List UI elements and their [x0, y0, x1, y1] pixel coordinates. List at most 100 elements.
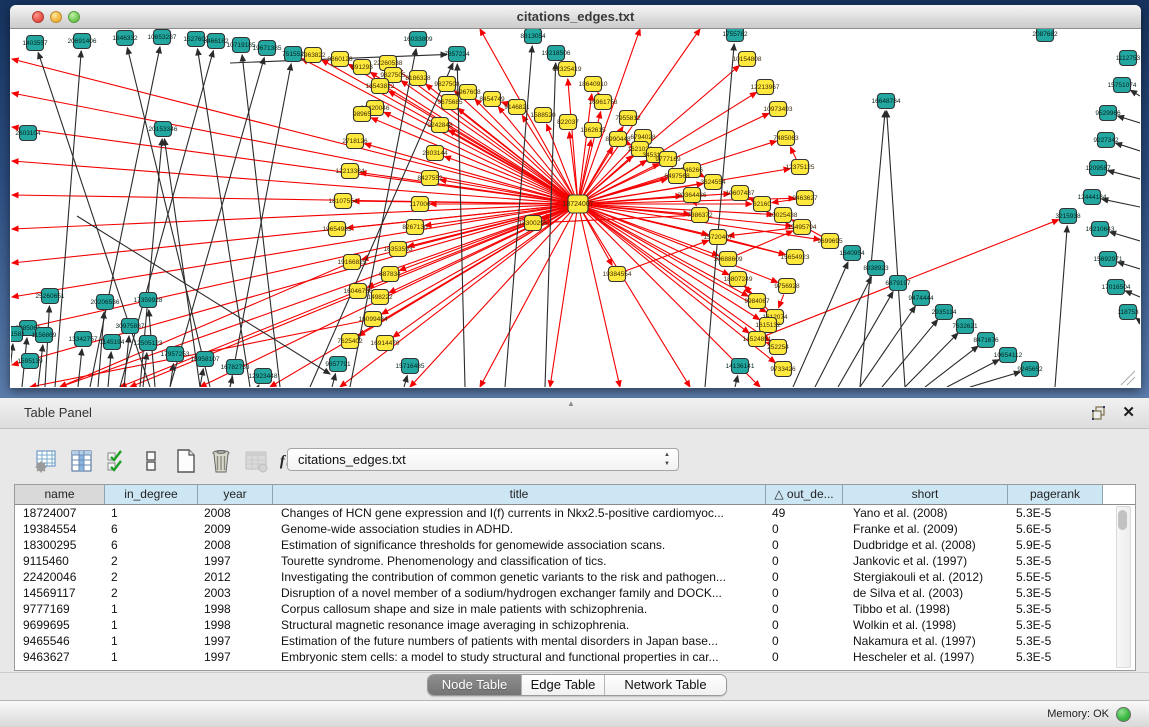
graph-node[interactable]: 16353593	[384, 242, 413, 257]
graph-node[interactable]: 1498222	[367, 290, 393, 305]
window-titlebar[interactable]: citations_edges.txt	[10, 5, 1141, 29]
graph-node[interactable]: 822037	[557, 115, 579, 130]
graph-edge[interactable]	[124, 336, 129, 387]
graph-edge[interactable]	[12, 205, 569, 263]
graph-node[interactable]: 6466162	[203, 34, 229, 49]
graph-node[interactable]: 8813054	[520, 29, 546, 44]
column-header-out-de-[interactable]: △ out_de...	[766, 485, 843, 504]
graph-node[interactable]: 7632621	[952, 319, 978, 334]
graph-node[interactable]: 19671385	[253, 41, 282, 56]
graph-edge[interactable]	[970, 372, 1020, 387]
graph-edge[interactable]	[925, 346, 978, 387]
table-row[interactable]: 1938455462009Genome-wide association stu…	[15, 521, 1135, 537]
graph-node[interactable]: 1846332	[112, 31, 138, 46]
graph-node[interactable]: 15654923	[781, 250, 810, 265]
graph-node[interactable]: 19218506	[542, 46, 571, 61]
graph-node[interactable]: 1156869	[32, 328, 57, 343]
graph-edge[interactable]	[765, 220, 1058, 336]
graph-edge[interactable]	[744, 286, 751, 294]
graph-edge[interactable]	[198, 49, 250, 387]
network-view-window[interactable]: citations_edges.txt 18724007222605389827…	[10, 5, 1141, 388]
graph-node[interactable]: 19384554	[603, 267, 632, 282]
graph-node[interactable]: 7485063	[773, 131, 799, 146]
graph-node[interactable]: 9699695	[817, 234, 843, 249]
graph-node[interactable]: 2967608	[455, 85, 481, 100]
graph-edge[interactable]	[1110, 232, 1140, 241]
table-row[interactable]: 911546021997Tourette syndrome. Phenomeno…	[15, 553, 1135, 569]
graph-node[interactable]: 887834	[379, 267, 401, 282]
graph-edge[interactable]	[550, 213, 577, 387]
table-selector-dropdown[interactable]: citations_edges.txt ▲▼	[287, 448, 679, 471]
tab-edge-table[interactable]: Edge Table	[522, 675, 605, 695]
graph-node[interactable]: 18107554	[329, 194, 358, 209]
graph-node[interactable]: 6879197	[885, 276, 911, 291]
graph-edge[interactable]	[543, 215, 691, 222]
graph-node[interactable]: 18640910	[579, 77, 608, 92]
close-panel-icon[interactable]: ✕	[1122, 403, 1135, 421]
graph-node[interactable]: 19654985	[323, 222, 352, 237]
graph-node[interactable]: 15495794	[788, 220, 817, 235]
graph-node[interactable]: 12213384	[336, 164, 365, 179]
graph-node[interactable]: 2935114	[932, 305, 957, 320]
graph-node[interactable]: 10688609	[714, 252, 743, 267]
graph-node[interactable]: 9474444	[908, 291, 934, 306]
graph-node[interactable]: 15692971	[1094, 252, 1123, 267]
graph-node[interactable]: 1588520	[530, 108, 556, 123]
graph-node[interactable]: 252254	[767, 340, 789, 355]
graph-node[interactable]: 9245652	[1017, 362, 1043, 377]
graph-node[interactable]: 16782753	[221, 360, 250, 375]
graph-node[interactable]: 12325419	[553, 62, 582, 77]
graph-edge[interactable]	[815, 277, 871, 387]
graph-edge[interactable]	[270, 209, 570, 387]
graph-node[interactable]: 62160	[753, 197, 771, 212]
table-row[interactable]: 2242004622012Investigating the contribut…	[15, 569, 1135, 585]
table-row[interactable]: 946362711997Embryonic stem cells: a mode…	[15, 649, 1135, 665]
split-pane-grip[interactable]: ▲	[567, 399, 575, 408]
graph-edge[interactable]	[735, 376, 738, 387]
graph-node[interactable]: 8938923	[863, 261, 889, 276]
graph-edge[interactable]	[790, 147, 796, 159]
graph-node[interactable]: 9777169	[655, 152, 681, 167]
float-window-icon[interactable]	[1091, 405, 1107, 421]
graph-node[interactable]: 10154808	[733, 52, 762, 67]
table-row[interactable]: 1830029562008Estimation of significance …	[15, 537, 1135, 553]
graph-edge[interactable]	[1108, 171, 1140, 179]
graph-edge[interactable]	[120, 51, 213, 387]
graph-node[interactable]: 891293	[351, 60, 373, 75]
graph-edge[interactable]	[887, 111, 905, 387]
graph-node[interactable]: 3215938	[1055, 209, 1081, 224]
table-row[interactable]: 977716911998Corpus callosum shape and si…	[15, 601, 1135, 617]
table-row[interactable]: 1872400712008Changes of HCN gene express…	[15, 505, 1135, 521]
graph-edge[interactable]	[1136, 318, 1140, 321]
column-header-in-degree[interactable]: in_degree	[105, 485, 198, 504]
graph-edge[interactable]	[11, 344, 13, 387]
graph-node[interactable]: 2603104	[15, 126, 41, 141]
graph-edge[interactable]	[860, 306, 915, 387]
graph-node[interactable]: 9733426	[770, 362, 796, 377]
graph-edge[interactable]	[736, 231, 793, 255]
graph-node[interactable]: 1209587	[1085, 161, 1111, 176]
graph-node[interactable]: 1112753	[1116, 51, 1140, 66]
graph-node[interactable]: 9756928	[774, 279, 800, 294]
graph-edge[interactable]	[1116, 143, 1140, 151]
clear-selection-icon[interactable]	[139, 448, 163, 474]
graph-node[interactable]: 15751074	[1108, 78, 1137, 93]
graph-edge[interactable]	[838, 292, 893, 387]
graph-node[interactable]: 13342757	[69, 332, 98, 347]
graph-node[interactable]: 16210643	[1086, 222, 1115, 237]
column-header-title[interactable]: title	[273, 485, 766, 504]
graph-node[interactable]: 12923448	[249, 369, 278, 384]
graph-node[interactable]: 2087682	[1032, 29, 1058, 42]
graph-node[interactable]: 7955812	[615, 111, 641, 126]
graph-edge[interactable]	[12, 161, 569, 203]
graph-edge[interactable]	[404, 376, 407, 387]
graph-edge[interactable]	[793, 262, 848, 387]
table-row[interactable]: 969969511998Structural magnetic resonanc…	[15, 617, 1135, 633]
graph-node[interactable]: 7857224	[444, 47, 470, 62]
graph-edge[interactable]	[598, 93, 599, 94]
graph-node[interactable]: 30975887	[116, 319, 145, 334]
graph-node[interactable]: 16033809	[404, 32, 433, 47]
graph-node[interactable]: 9463627	[792, 191, 818, 206]
graph-node[interactable]: 9227342	[1093, 133, 1119, 148]
graph-node[interactable]: 117006	[409, 197, 431, 212]
